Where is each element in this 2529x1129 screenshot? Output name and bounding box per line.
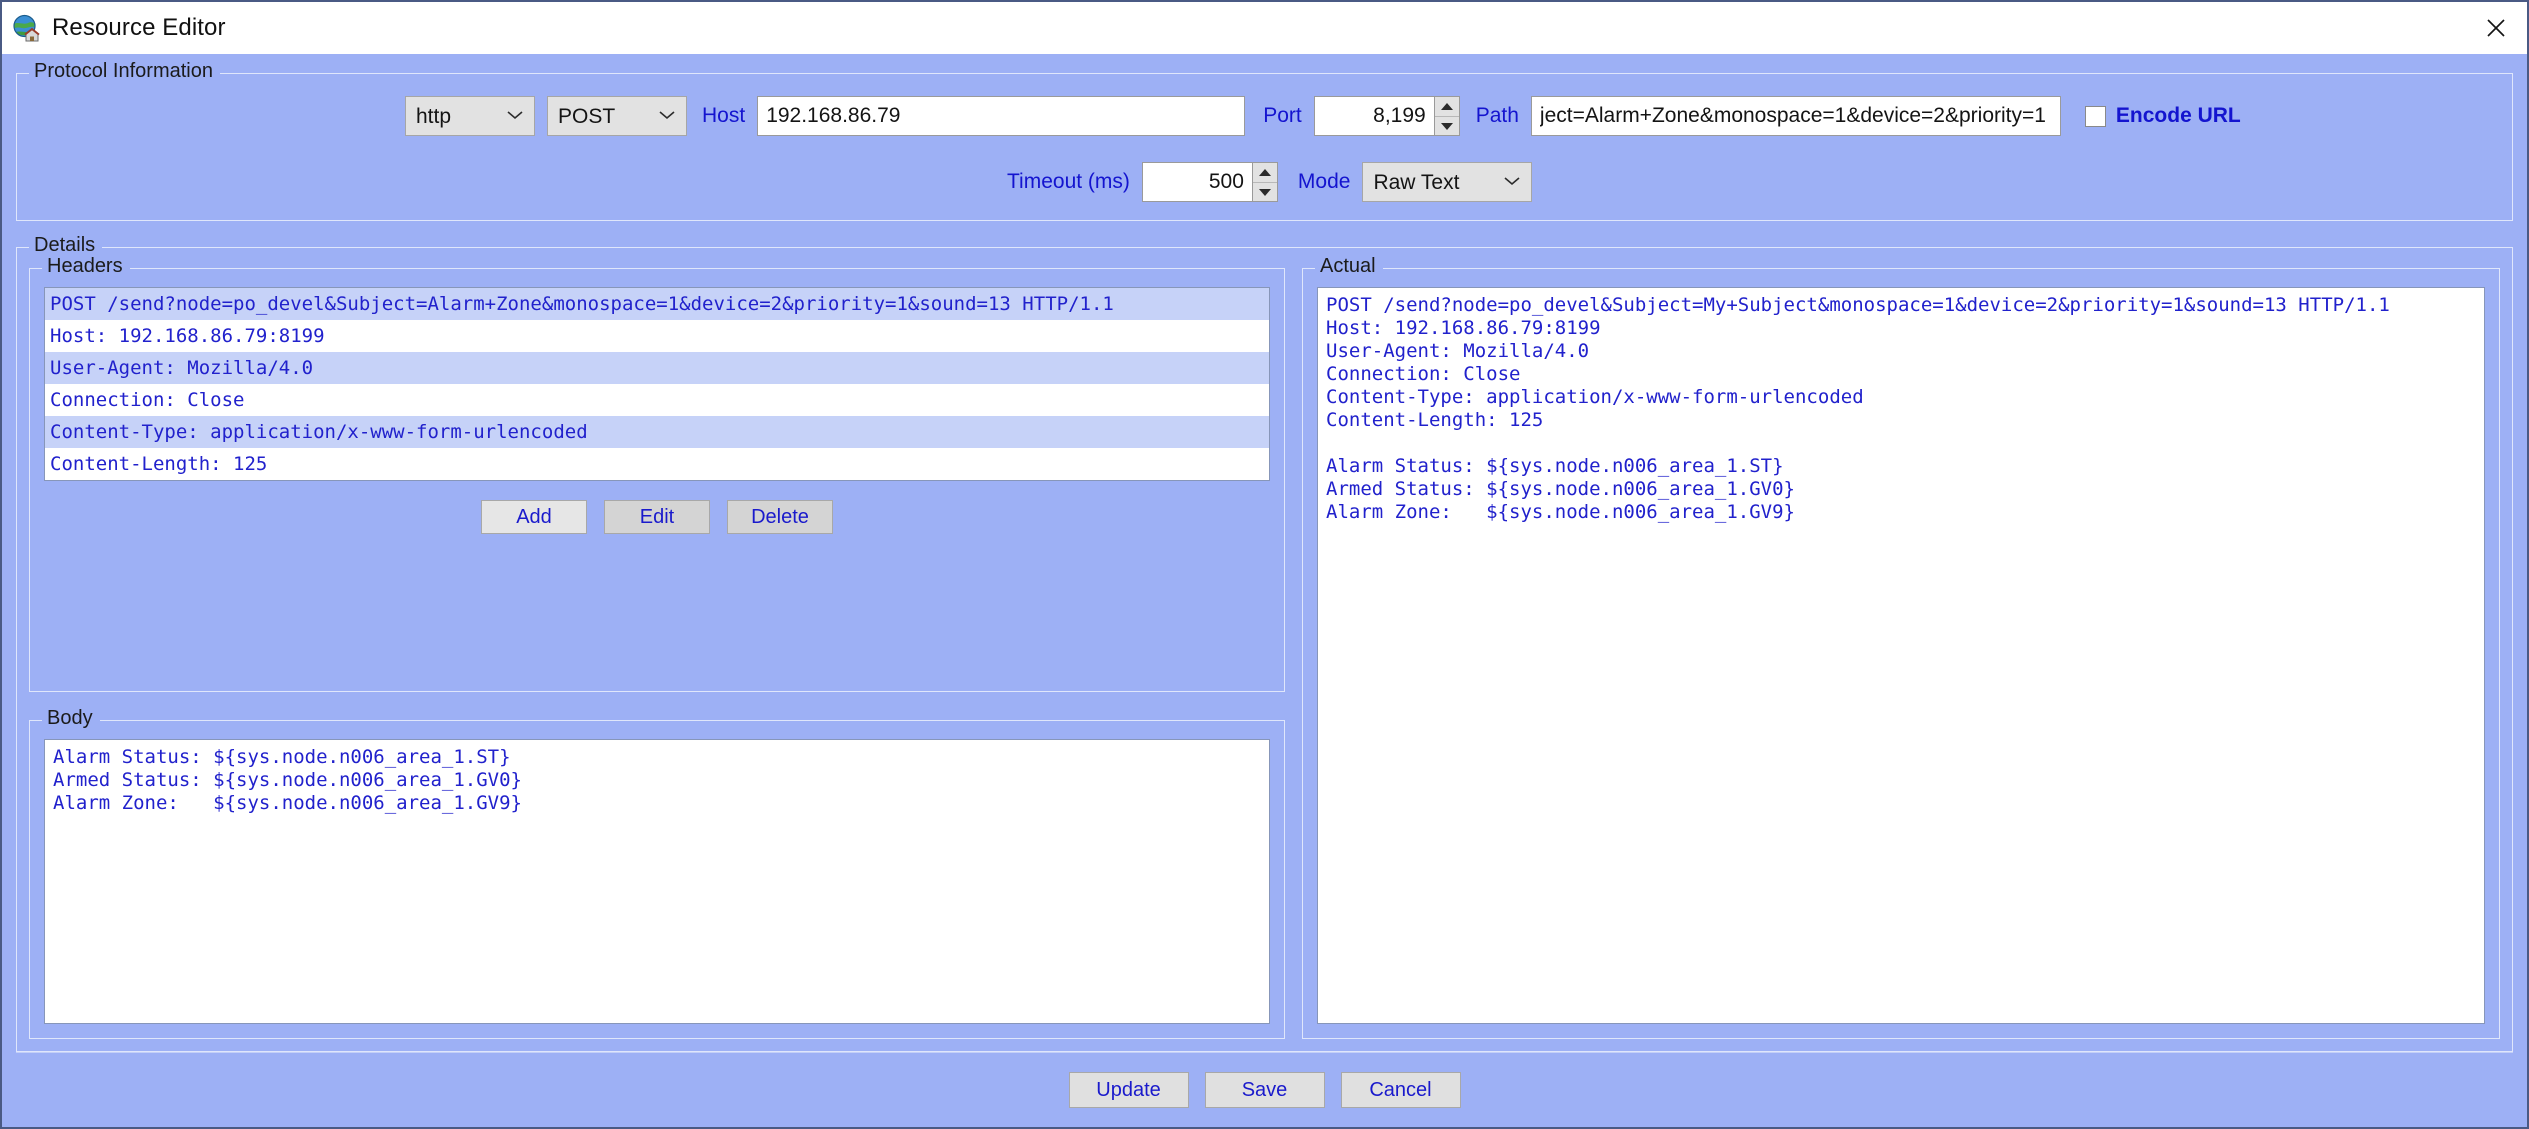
protocol-row-secondary: Timeout (ms) Mode Raw Text bbox=[17, 162, 2512, 202]
protocol-information-group: Protocol Information http POST Host 192.… bbox=[16, 60, 2513, 221]
timeout-label: Timeout (ms) bbox=[1007, 170, 1130, 193]
port-spinner-up[interactable] bbox=[1435, 97, 1459, 116]
details-group: Details Headers POST /send?node=po_devel… bbox=[16, 234, 2513, 1052]
method-select-wrap: POST bbox=[547, 96, 687, 136]
protocol-information-title: Protocol Information bbox=[29, 60, 220, 82]
port-spinner-buttons[interactable] bbox=[1433, 96, 1460, 136]
actual-textarea: POST /send?node=po_devel&Subject=My+Subj… bbox=[1317, 287, 2485, 1024]
encode-url-checkbox[interactable]: Encode URL bbox=[2084, 104, 2241, 128]
timeout-spinner-down[interactable] bbox=[1252, 182, 1277, 201]
mode-select-wrap: Raw Text bbox=[1362, 162, 1533, 202]
scheme-select[interactable]: http bbox=[405, 96, 535, 136]
cancel-button[interactable]: Cancel bbox=[1340, 1072, 1461, 1108]
actual-title: Actual bbox=[1315, 255, 1383, 277]
delete-button[interactable]: Delete bbox=[727, 500, 833, 534]
footer-button-bar: Update Save Cancel bbox=[2, 1053, 2527, 1127]
scheme-select-wrap: http bbox=[405, 96, 535, 136]
details-right-column: Actual POST /send?node=po_devel&Subject=… bbox=[1302, 255, 2500, 1039]
actual-group: Actual POST /send?node=po_devel&Subject=… bbox=[1302, 255, 2500, 1039]
host-input[interactable] bbox=[757, 96, 1246, 136]
table-row[interactable]: Content-Length: 125 bbox=[45, 448, 1269, 480]
port-stepper bbox=[1313, 96, 1460, 136]
encode-url-label: Encode URL bbox=[2115, 104, 2241, 127]
headers-button-bar: Add Edit Delete bbox=[44, 500, 1270, 534]
body-textarea[interactable]: Alarm Status: ${sys.node.n006_area_1.ST}… bbox=[44, 739, 1270, 1024]
details-columns: Headers POST /send?node=po_devel&Subject… bbox=[29, 255, 2500, 1039]
add-button[interactable]: Add bbox=[481, 500, 587, 534]
headers-group: Headers POST /send?node=po_devel&Subject… bbox=[29, 255, 1285, 692]
timeout-stepper bbox=[1141, 162, 1278, 202]
encode-url-checkbox-box[interactable] bbox=[2084, 105, 2106, 127]
edit-button[interactable]: Edit bbox=[604, 500, 710, 534]
details-title: Details bbox=[29, 234, 103, 256]
table-row[interactable]: POST /send?node=po_devel&Subject=Alarm+Z… bbox=[45, 288, 1269, 320]
globe-house-icon bbox=[12, 14, 40, 42]
mode-select[interactable]: Raw Text bbox=[1362, 162, 1533, 202]
resource-editor-window: Resource Editor Protocol Information htt… bbox=[0, 0, 2529, 1129]
mode-label: Mode bbox=[1297, 170, 1351, 193]
window-title: Resource Editor bbox=[52, 14, 226, 41]
table-row[interactable]: User-Agent: Mozilla/4.0 bbox=[45, 352, 1269, 384]
update-button[interactable]: Update bbox=[1068, 1072, 1189, 1108]
table-row[interactable]: Content-Type: application/x-www-form-url… bbox=[45, 416, 1269, 448]
headers-title: Headers bbox=[42, 255, 130, 277]
table-row[interactable]: Host: 192.168.86.79:8199 bbox=[45, 320, 1269, 352]
headers-list[interactable]: POST /send?node=po_devel&Subject=Alarm+Z… bbox=[44, 287, 1270, 481]
method-select[interactable]: POST bbox=[547, 96, 687, 136]
timeout-spinner-up[interactable] bbox=[1253, 163, 1277, 182]
close-icon[interactable] bbox=[2479, 11, 2513, 45]
timeout-spinner-buttons[interactable] bbox=[1251, 162, 1278, 202]
title-bar: Resource Editor bbox=[2, 2, 2527, 54]
path-input[interactable] bbox=[1530, 96, 2061, 136]
body-title: Body bbox=[42, 707, 100, 729]
port-label: Port bbox=[1263, 104, 1302, 127]
body-group: Body Alarm Status: ${sys.node.n006_area_… bbox=[29, 707, 1285, 1039]
protocol-row-primary: http POST Host Port bbox=[17, 96, 2512, 136]
save-button[interactable]: Save bbox=[1204, 1072, 1325, 1108]
port-spinner-down[interactable] bbox=[1434, 116, 1459, 135]
path-label: Path bbox=[1475, 104, 1519, 127]
timeout-input[interactable] bbox=[1141, 162, 1252, 202]
details-left-column: Headers POST /send?node=po_devel&Subject… bbox=[29, 255, 1285, 1039]
port-input[interactable] bbox=[1313, 96, 1434, 136]
host-label: Host bbox=[702, 104, 746, 127]
table-row[interactable]: Connection: Close bbox=[45, 384, 1269, 416]
